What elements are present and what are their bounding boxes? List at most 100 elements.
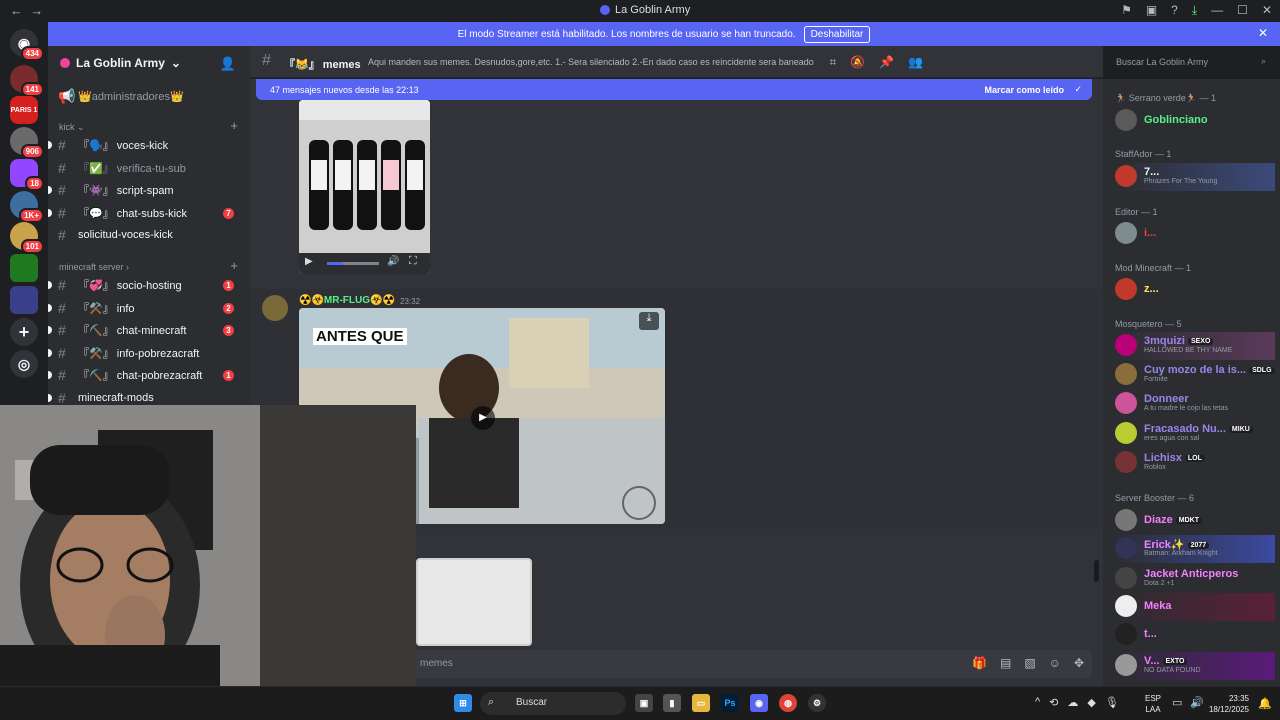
play-icon[interactable]: ▶ <box>305 256 313 267</box>
mic-icon[interactable]: 🎙 <box>1105 696 1119 709</box>
server-name-dropdown[interactable]: La Goblin Army ⌄ <box>60 56 181 70</box>
server-icon[interactable]: 141 <box>10 65 44 97</box>
server-icon[interactable] <box>10 254 38 282</box>
member-tag: MIKU <box>1228 425 1253 433</box>
server-badge-icon <box>60 58 70 68</box>
channel-administradores[interactable]: 📢 👑administradores👑 <box>58 86 242 106</box>
member-item[interactable]: V... EXTO NO DATA FOUND <box>1115 652 1275 680</box>
member-item[interactable]: Fracasado Nu... MIKU eres agua con sal <box>1115 420 1275 448</box>
clock[interactable]: 23:35 18/12/2025 <box>1207 693 1249 715</box>
category-minecraft-server[interactable]: minecraft server › <box>59 262 129 272</box>
start-button[interactable]: ⊞ <box>454 694 472 712</box>
add-member-icon[interactable]: 👤 <box>220 56 236 72</box>
download-icon[interactable]: ⤓ <box>639 312 659 330</box>
member-group-title: Editor — 1 <box>1115 207 1158 217</box>
server-icon[interactable]: 18 <box>10 159 44 191</box>
channel-chat-minecraft[interactable]: # 『⛏️』 chat-minecraft 3 <box>48 320 242 340</box>
volume-icon[interactable]: 🔊 <box>387 256 399 267</box>
threads-icon[interactable]: ⌗ <box>829 55 836 70</box>
video-embed[interactable] <box>416 558 532 646</box>
member-item[interactable]: Jacket Anticperos Dota 2 +1 <box>1115 565 1275 593</box>
language-indicator[interactable]: ESP LAA <box>1145 693 1161 715</box>
download-icon[interactable]: ⤓ <box>1192 3 1197 18</box>
emoji-icon[interactable]: ☺ <box>1049 656 1061 670</box>
channel-topic[interactable]: Aqui manden sus memes. Desnudos,gore,etc… <box>368 57 814 67</box>
notifications-icon[interactable]: 🔔 <box>1258 697 1272 710</box>
screen-icon[interactable]: ▣ <box>1146 3 1157 18</box>
server-icon[interactable]: 906 <box>10 127 44 159</box>
gif-icon[interactable]: ▤ <box>1000 656 1011 670</box>
tray-icon[interactable]: ⟲ <box>1049 696 1058 709</box>
progress-bar[interactable] <box>327 262 379 265</box>
add-channel-icon[interactable]: + <box>230 118 238 133</box>
member-item[interactable]: i... <box>1115 220 1275 248</box>
volume-icon[interactable]: 🔊 <box>1190 696 1204 709</box>
member-item[interactable]: Erick✨ 2077 Batman: Arkham Knight <box>1115 535 1275 563</box>
message-author[interactable]: ☢️☣️MR-FLUG☣️☢️ <box>299 295 395 306</box>
disable-streamer-button[interactable]: Deshabilitar <box>803 25 871 43</box>
member-item[interactable]: 7... Phrazes For The Young <box>1115 163 1275 191</box>
tray-icon[interactable]: ◆ <box>1087 696 1095 709</box>
server-icon[interactable] <box>10 286 38 314</box>
channel-verifica-tu-sub[interactable]: # 『✅』 verifica-tu-sub <box>58 158 242 178</box>
channel-info[interactable]: # 『⚒️』 info 2 <box>48 298 242 318</box>
taskbar-search[interactable]: ⌕ Buscar <box>480 692 626 715</box>
scrollbar[interactable] <box>1094 560 1099 582</box>
member-item[interactable]: Diaze MDKT <box>1115 507 1275 535</box>
member-item[interactable]: Lichisx LOL Roblox <box>1115 449 1275 477</box>
minimize-icon[interactable]: — <box>1211 3 1223 18</box>
file-explorer-icon[interactable]: ▭ <box>692 694 710 712</box>
channel-solicitud-voces-kick[interactable]: # solicitud-voces-kick <box>58 225 242 245</box>
new-messages-bar[interactable]: 47 mensajes nuevos desde las 22:13 Marca… <box>256 79 1092 100</box>
channel-script-spam[interactable]: # 『👾』 script-spam <box>48 180 242 200</box>
member-item[interactable]: t... <box>1115 621 1275 649</box>
home-button[interactable]: ◉ 434 <box>10 29 44 61</box>
app-icon[interactable]: ⚙ <box>808 694 826 712</box>
category-kick[interactable]: kick ⌄ <box>59 122 85 133</box>
cloud-icon[interactable]: ☁ <box>1067 696 1078 709</box>
member-item[interactable]: Donneer A tu madre le cojo las tetas <box>1115 390 1275 418</box>
help-icon[interactable]: ? <box>1171 3 1178 18</box>
channel-info-pobrezacraft[interactable]: # 『⚒️』 info-pobrezacraft <box>48 343 242 363</box>
members-icon[interactable]: 👥 <box>908 55 923 70</box>
apps-icon[interactable]: ✥ <box>1074 656 1084 670</box>
channel-chat-subs-kick[interactable]: # 『💬』 chat-subs-kick 7 <box>48 203 242 223</box>
notifications-icon[interactable]: 🔕 <box>850 55 865 70</box>
channel-voces-kick[interactable]: # 『🗣️』 voces-kick <box>48 135 242 155</box>
play-icon[interactable]: ▶ <box>471 406 495 430</box>
fullscreen-icon[interactable]: ⛶ <box>409 255 417 268</box>
close-window-icon[interactable]: ✕ <box>1262 3 1272 18</box>
channel-socio-hosting[interactable]: # 『💞』 socio-hosting 1 <box>48 275 242 295</box>
flag-icon[interactable]: ⚑ <box>1121 3 1132 18</box>
member-item[interactable]: z... <box>1115 276 1275 304</box>
add-channel-icon[interactable]: + <box>230 258 238 273</box>
video-embed[interactable]: ▶ 🔊 ⛶ <box>299 100 430 274</box>
member-item[interactable]: Cuy mozo de la is... SDLG Fortnite <box>1115 361 1275 389</box>
channel-chat-pobrezacraft[interactable]: # 『⛏️』 chat-pobrezacraft 1 <box>48 365 242 385</box>
photoshop-icon[interactable]: Ps <box>721 694 739 712</box>
pin-icon[interactable]: 📌 <box>879 55 894 70</box>
chrome-icon[interactable]: ◍ <box>779 694 797 712</box>
back-arrow-icon[interactable]: ← → <box>10 3 43 18</box>
sticker-icon[interactable]: ▧ <box>1024 656 1035 670</box>
server-icon[interactable]: 1K+ <box>10 191 44 223</box>
avatar[interactable] <box>262 295 288 321</box>
gift-icon[interactable]: 🎁 <box>972 656 987 670</box>
add-server-button[interactable]: + <box>10 318 38 346</box>
member-item[interactable]: 3mquizi SEXO HALLOWED BE THY NAME <box>1115 332 1275 360</box>
member-item[interactable]: Goblinciano <box>1115 107 1275 135</box>
server-icon[interactable]: PARIS 1 <box>10 96 38 124</box>
task-view-icon[interactable]: ▣ <box>635 694 653 712</box>
mark-as-read-button[interactable]: Marcar como leído <box>984 85 1064 95</box>
maximize-icon[interactable]: ☐ <box>1237 3 1248 18</box>
chevron-up-icon[interactable]: ^ <box>1035 696 1040 709</box>
close-icon[interactable]: ✕ <box>1258 26 1268 40</box>
network-icon[interactable]: ▭ <box>1172 696 1182 709</box>
server-icon[interactable]: 101 <box>10 222 44 254</box>
member-item[interactable]: Meka <box>1115 593 1275 621</box>
app-icon[interactable]: ▮ <box>663 694 681 712</box>
explore-button[interactable]: ◎ <box>10 350 38 378</box>
member-tag: SDLG <box>1249 366 1275 374</box>
search-input[interactable]: Buscar La Goblin Army ⌕ <box>1110 53 1272 73</box>
discord-taskbar-icon[interactable]: ◉ <box>750 694 768 712</box>
